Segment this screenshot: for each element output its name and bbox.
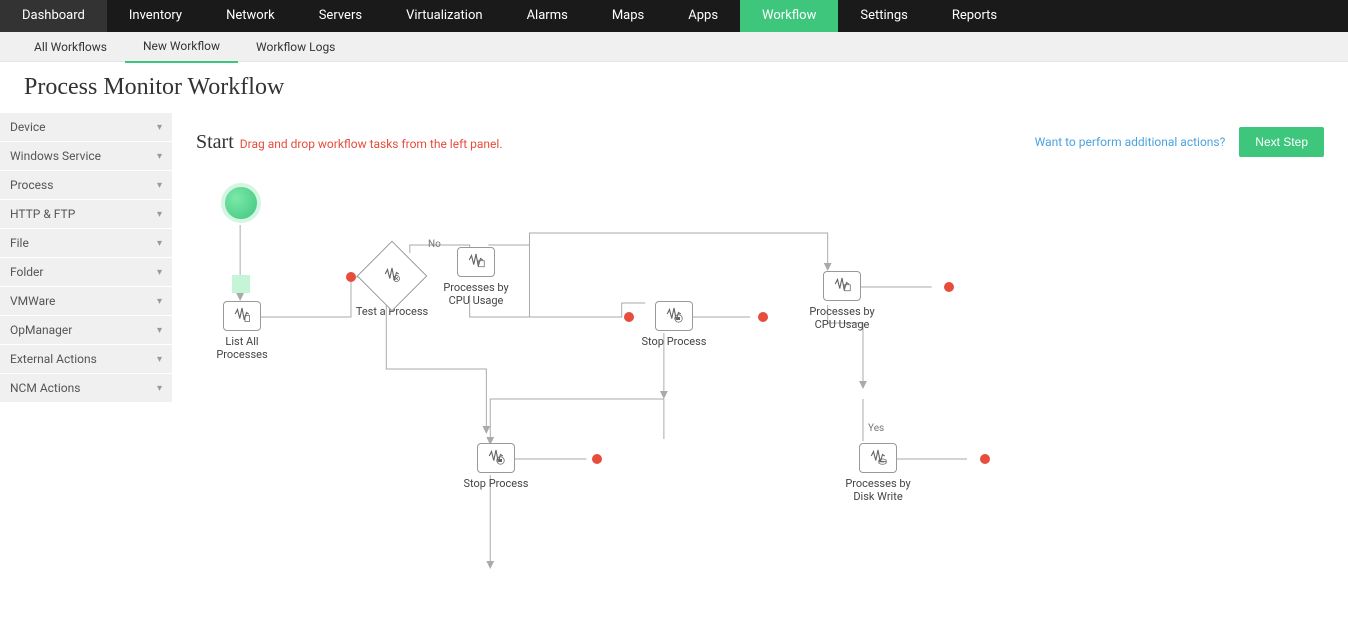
start-node[interactable] (221, 183, 261, 223)
chevron-down-icon: ▾ (157, 267, 162, 278)
node-label: Stop Process (458, 477, 534, 490)
node-label: Stop Process (636, 335, 712, 348)
sidebar-item-windows-service[interactable]: Windows Service ▾ (0, 142, 172, 171)
sidebar-item-external-actions[interactable]: External Actions ▾ (0, 345, 172, 374)
node-stop-process-1[interactable]: Stop Process (636, 301, 712, 348)
node-label: Processes by Disk Write (840, 477, 916, 503)
connector-endpoint[interactable] (980, 454, 990, 464)
node-label: Processes by CPU Usage (804, 305, 880, 331)
nav-inventory[interactable]: Inventory (107, 0, 204, 32)
workflow-canvas[interactable]: List All Processes Test a Process No Pro… (196, 163, 1324, 623)
sub-navigation: All Workflows New Workflow Workflow Logs (0, 32, 1348, 62)
sidebar-item-folder[interactable]: Folder ▾ (0, 258, 172, 287)
sidebar-item-opmanager[interactable]: OpManager ▾ (0, 316, 172, 345)
node-test-a-process[interactable]: Test a Process (354, 251, 430, 318)
subnav-new-workflow[interactable]: New Workflow (125, 31, 238, 63)
next-step-button[interactable]: Next Step (1239, 127, 1324, 157)
connector-endpoint[interactable] (944, 282, 954, 292)
sidebar: Device ▾ Windows Service ▾ Process ▾ HTTP &… (0, 113, 172, 637)
sidebar-item-ncm-actions[interactable]: NCM Actions ▾ (0, 374, 172, 403)
chevron-down-icon: ▾ (157, 151, 162, 162)
node-processes-by-cpu-usage-1[interactable]: Processes by CPU Usage (438, 247, 514, 307)
start-drop-marker (232, 275, 250, 293)
chevron-down-icon: ▾ (157, 354, 162, 365)
node-label: Processes by CPU Usage (438, 281, 514, 307)
sidebar-item-label: Device (10, 120, 46, 134)
sidebar-item-label: Folder (10, 265, 43, 279)
process-icon (231, 305, 253, 327)
chevron-down-icon: ▾ (157, 209, 162, 220)
nav-virtualization[interactable]: Virtualization (384, 0, 505, 32)
nav-network[interactable]: Network (204, 0, 297, 32)
chevron-down-icon: ▾ (157, 238, 162, 249)
nav-settings[interactable]: Settings (838, 0, 929, 32)
sidebar-item-label: Process (10, 178, 53, 192)
nav-alarms[interactable]: Alarms (505, 0, 590, 32)
chevron-down-icon: ▾ (157, 180, 162, 191)
sidebar-item-label: File (10, 236, 29, 250)
sidebar-item-process[interactable]: Process ▾ (0, 171, 172, 200)
process-icon (465, 251, 487, 273)
sidebar-item-label: HTTP & FTP (10, 207, 75, 221)
chevron-down-icon: ▾ (157, 383, 162, 394)
node-label: List All Processes (204, 335, 280, 361)
sidebar-item-http-ftp[interactable]: HTTP & FTP ▾ (0, 200, 172, 229)
process-icon (485, 447, 507, 469)
nav-maps[interactable]: Maps (590, 0, 666, 32)
node-processes-by-disk-write[interactable]: Processes by Disk Write (840, 443, 916, 503)
sidebar-item-label: Windows Service (10, 149, 101, 163)
sidebar-item-vmware[interactable]: VMWare ▾ (0, 287, 172, 316)
connector-lines (196, 163, 1324, 623)
node-list-all-processes[interactable]: List All Processes (204, 301, 280, 361)
sidebar-item-file[interactable]: File ▾ (0, 229, 172, 258)
page-title: Process Monitor Workflow (0, 62, 1348, 113)
connector-endpoint[interactable] (624, 312, 634, 322)
workflow-canvas-area: Start Drag and drop workflow tasks from … (172, 113, 1348, 637)
chevron-down-icon: ▾ (157, 122, 162, 133)
sidebar-item-label: OpManager (10, 323, 72, 337)
subnav-all-workflows[interactable]: All Workflows (16, 32, 125, 62)
nav-reports[interactable]: Reports (930, 0, 1019, 32)
connector-endpoint[interactable] (592, 454, 602, 464)
process-icon (831, 275, 853, 297)
sidebar-item-label: NCM Actions (10, 381, 80, 395)
nav-workflow[interactable]: Workflow (740, 0, 838, 32)
sidebar-item-label: VMWare (10, 294, 55, 308)
connector-endpoint[interactable] (758, 312, 768, 322)
nav-servers[interactable]: Servers (297, 0, 384, 32)
start-label: Start (196, 131, 234, 154)
sidebar-item-label: External Actions (10, 352, 97, 366)
top-navigation: Dashboard Inventory Network Servers Virt… (0, 0, 1348, 32)
sidebar-item-device[interactable]: Device ▾ (0, 113, 172, 142)
chevron-down-icon: ▾ (157, 325, 162, 336)
nav-apps[interactable]: Apps (666, 0, 740, 32)
node-processes-by-cpu-usage-2[interactable]: Processes by CPU Usage (804, 271, 880, 331)
edge-label-yes: Yes (868, 423, 884, 434)
process-icon (663, 305, 685, 327)
node-stop-process-2[interactable]: Stop Process (458, 443, 534, 490)
additional-actions-link[interactable]: Want to perform additional actions? (1035, 135, 1226, 149)
process-icon (867, 447, 889, 469)
subnav-workflow-logs[interactable]: Workflow Logs (238, 32, 353, 62)
chevron-down-icon: ▾ (157, 296, 162, 307)
nav-dashboard[interactable]: Dashboard (0, 0, 107, 32)
canvas-hint: Drag and drop workflow tasks from the le… (240, 137, 503, 151)
